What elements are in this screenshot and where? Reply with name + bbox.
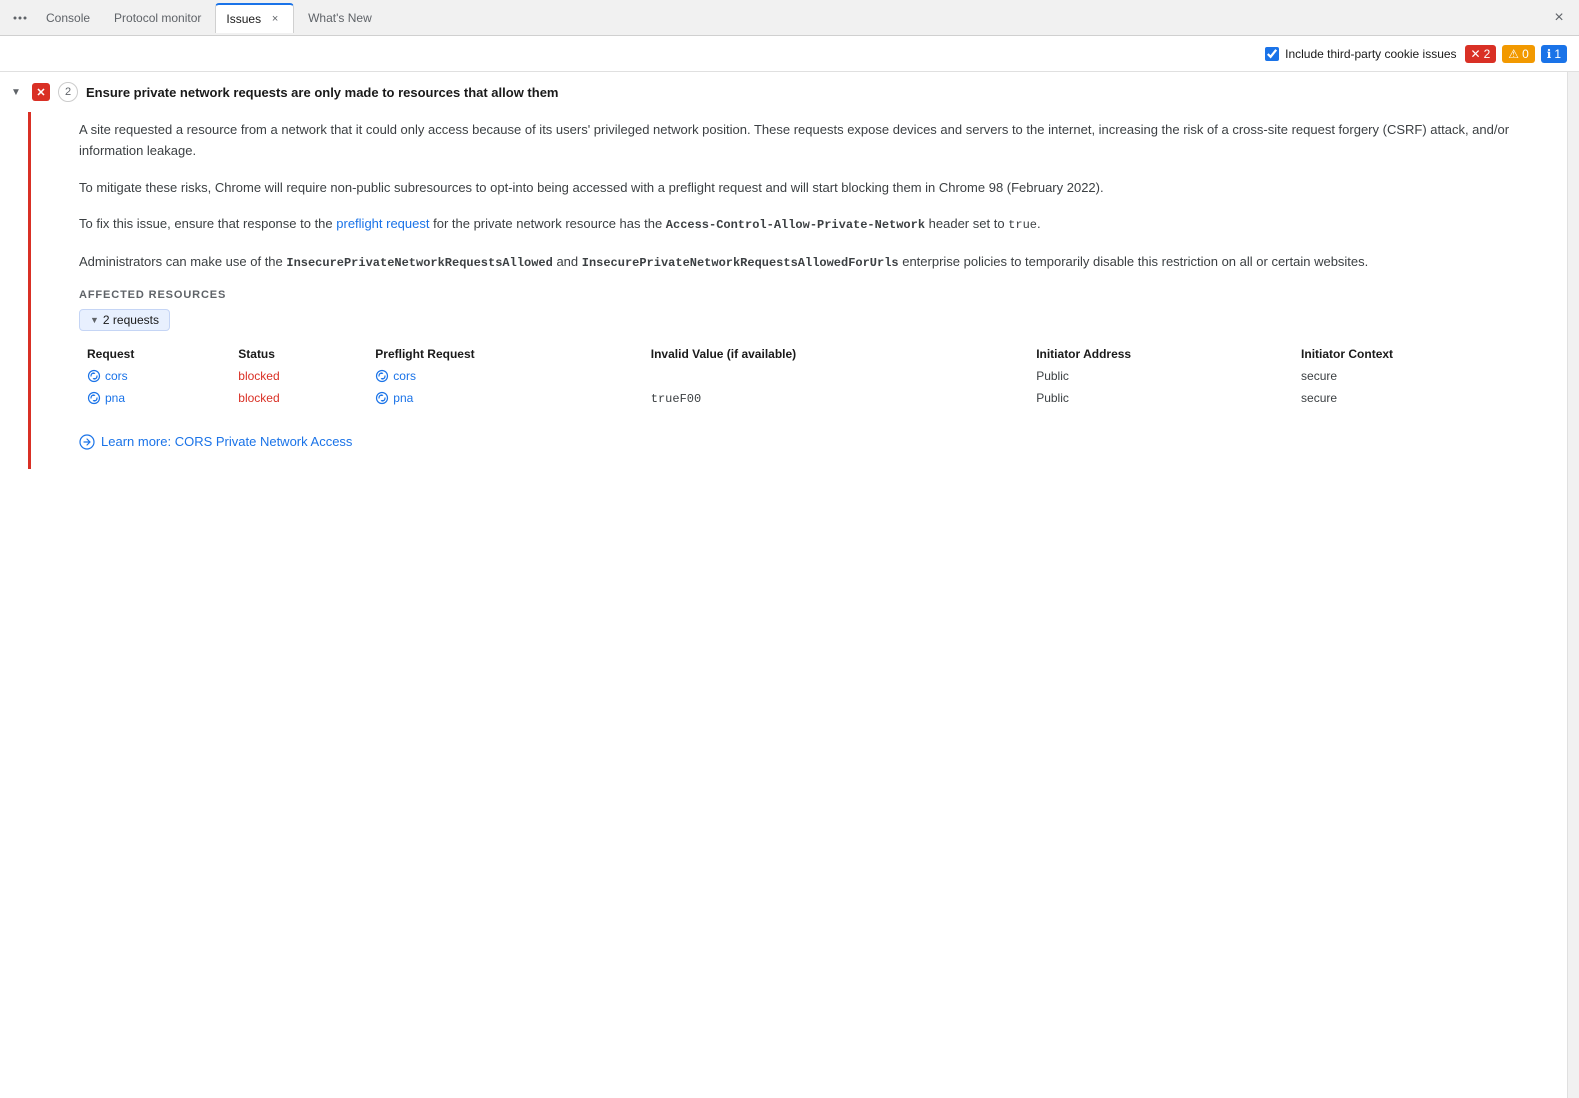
issue-fix-paragraph: To fix this issue, ensure that response … <box>79 214 1551 235</box>
info-count-badge: ℹ 1 <box>1541 45 1567 63</box>
issue-body: A site requested a resource from a netwo… <box>28 112 1567 469</box>
scrollbar-track[interactable] <box>1567 72 1579 1098</box>
error-icon: ✕ <box>1471 47 1481 61</box>
error-count: 2 <box>1484 47 1491 61</box>
preflight-pna-link[interactable]: pna <box>375 391 634 405</box>
third-party-cookie-label[interactable]: Include third-party cookie issues <box>1265 47 1456 61</box>
devtools-close-button[interactable]: × <box>1547 6 1571 30</box>
initiator-address-pna: Public <box>1028 387 1293 410</box>
issue-admin-paragraph: Administrators can make use of the Insec… <box>79 252 1551 273</box>
status-blocked-cors: blocked <box>238 369 279 383</box>
learn-more-link[interactable]: Learn more: CORS Private Network Access <box>79 434 352 450</box>
learn-more-section: Learn more: CORS Private Network Access <box>79 426 1551 453</box>
initiator-address-cors: Public <box>1028 365 1293 387</box>
tab-whats-new-label: What's New <box>308 11 372 25</box>
request-pna-text: pna <box>105 391 125 405</box>
info-count: 1 <box>1554 47 1561 61</box>
preflight-cors-icon <box>375 369 389 383</box>
status-blocked-pna: blocked <box>238 391 279 405</box>
issue-paragraph-2: To mitigate these risks, Chrome will req… <box>79 178 1551 199</box>
preflight-pna-icon <box>375 391 389 405</box>
issue-error-icon: ✕ <box>36 86 45 99</box>
requests-toggle[interactable]: ▼ 2 requests <box>79 309 170 331</box>
tab-protocol-monitor[interactable]: Protocol monitor <box>104 3 211 33</box>
request-pna-icon <box>87 391 101 405</box>
warning-count-badge: ⚠ 0 <box>1502 45 1534 63</box>
preflight-cell-cors: cors <box>367 365 642 387</box>
invalid-value-pna: trueF00 <box>643 387 1028 410</box>
table-row: pna blocked <box>79 387 1551 410</box>
request-cell-cors: cors <box>79 365 230 387</box>
devtools-menu-icon[interactable] <box>8 6 32 30</box>
tab-console[interactable]: Console <box>36 3 100 33</box>
error-count-badge: ✕ 2 <box>1465 45 1497 63</box>
resources-table: Request Status Preflight Request Invalid… <box>79 343 1551 410</box>
col-request: Request <box>79 343 230 365</box>
tab-bar: Console Protocol monitor Issues × What's… <box>0 0 1579 36</box>
status-cell-pna: blocked <box>230 387 367 410</box>
initiator-context-pna: secure <box>1293 387 1551 410</box>
issue-counts: ✕ 2 ⚠ 0 ℹ 1 <box>1465 45 1567 63</box>
admin-code1: InsecurePrivateNetworkRequestsAllowed <box>286 256 552 270</box>
learn-more-arrow-icon <box>79 434 95 450</box>
third-party-cookie-text: Include third-party cookie issues <box>1285 47 1456 61</box>
issue-paragraph-1: A site requested a resource from a netwo… <box>79 120 1551 162</box>
warning-count: 0 <box>1522 47 1529 61</box>
col-preflight: Preflight Request <box>367 343 642 365</box>
status-cell-cors: blocked <box>230 365 367 387</box>
third-party-cookie-checkbox[interactable] <box>1265 47 1279 61</box>
issue-header-row[interactable]: ▼ ✕ 2 Ensure private network requests ar… <box>0 72 1567 112</box>
request-cors-icon <box>87 369 101 383</box>
issue-title: Ensure private network requests are only… <box>86 85 558 100</box>
requests-chevron-icon: ▼ <box>90 315 99 325</box>
warning-icon: ⚠ <box>1508 47 1519 61</box>
invalid-value-cors <box>643 365 1028 387</box>
preflight-pna-text: pna <box>393 391 413 405</box>
col-initiator-context: Initiator Context <box>1293 343 1551 365</box>
tab-issues-close[interactable]: × <box>267 11 283 27</box>
invalid-value-pna-code: trueF00 <box>651 392 701 406</box>
access-control-header-code: Access-Control-Allow-Private-Network <box>666 218 925 232</box>
true-code: true <box>1008 218 1037 232</box>
initiator-context-cors: secure <box>1293 365 1551 387</box>
preflight-request-link[interactable]: preflight request <box>336 216 429 231</box>
table-row: cors blocked <box>79 365 1551 387</box>
issues-panel[interactable]: ▼ ✕ 2 Ensure private network requests ar… <box>0 72 1567 1098</box>
issue-error-badge: ✕ <box>32 83 50 101</box>
issue-chevron-icon: ▼ <box>8 84 24 100</box>
col-status: Status <box>230 343 367 365</box>
request-cors-link[interactable]: cors <box>87 369 222 383</box>
main-content: ▼ ✕ 2 Ensure private network requests ar… <box>0 72 1579 1098</box>
col-initiator-address: Initiator Address <box>1028 343 1293 365</box>
tab-protocol-monitor-label: Protocol monitor <box>114 11 201 25</box>
tab-console-label: Console <box>46 11 90 25</box>
admin-code2: InsecurePrivateNetworkRequestsAllowedFor… <box>582 256 899 270</box>
tab-issues[interactable]: Issues × <box>215 3 294 33</box>
preflight-cell-pna: pna <box>367 387 642 410</box>
tab-issues-label: Issues <box>226 12 261 26</box>
table-header-row: Request Status Preflight Request Invalid… <box>79 343 1551 365</box>
affected-resources-label: AFFECTED RESOURCES <box>79 289 1551 301</box>
request-cell-pna: pna <box>79 387 230 410</box>
preflight-cors-text: cors <box>393 369 416 383</box>
issue-count: 2 <box>65 86 71 98</box>
info-icon: ℹ <box>1547 47 1552 61</box>
learn-more-text: Learn more: CORS Private Network Access <box>101 434 352 449</box>
issue-count-circle: 2 <box>58 82 78 102</box>
toolbar: Include third-party cookie issues ✕ 2 ⚠ … <box>0 36 1579 72</box>
tab-whats-new[interactable]: What's New <box>298 3 382 33</box>
request-pna-link[interactable]: pna <box>87 391 222 405</box>
col-invalid-value: Invalid Value (if available) <box>643 343 1028 365</box>
preflight-cors-link[interactable]: cors <box>375 369 634 383</box>
requests-toggle-label: 2 requests <box>103 313 159 327</box>
request-cors-text: cors <box>105 369 128 383</box>
